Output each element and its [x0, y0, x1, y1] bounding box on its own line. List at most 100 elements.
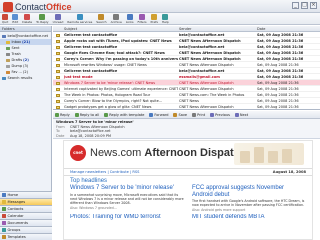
- story-1: Windows 7 Server to be 'minor release' I…: [70, 185, 184, 212]
- folder-label: Search results: [7, 76, 33, 80]
- nav-label: Templates: [7, 234, 26, 239]
- story-1-tagline[interactable]: Also: Windows 7 grounded...: [70, 206, 184, 210]
- story-2-tagline[interactable]: Also: Android gets more support: [192, 208, 306, 212]
- to-reply-button[interactable]: To Reply: [36, 13, 49, 24]
- reply-label: Reply: [60, 112, 70, 117]
- remote-services-button[interactable]: Remote services: [67, 13, 93, 24]
- nav-templates[interactable]: Templates: [0, 233, 52, 240]
- reply-to-all-button[interactable]: Reply to all: [74, 112, 100, 117]
- folder-icon: [6, 70, 10, 74]
- message-flag: [53, 62, 63, 67]
- envelope-icon: [56, 69, 60, 73]
- nav-contacts[interactable]: Contacts: [0, 205, 52, 212]
- flag-column-header[interactable]: [53, 26, 63, 31]
- message-subject-cell: Corey's Corner: Why I'm passing on today…: [64, 57, 178, 61]
- next-button[interactable]: Next: [234, 112, 249, 117]
- cnet-logo-icon[interactable]: cnet: [70, 145, 86, 161]
- message-date-cell: Sat, 09 Aug 2008 21:36: [257, 69, 304, 73]
- groups-icon: [2, 228, 6, 232]
- nav-calendar[interactable]: Calendar: [0, 212, 52, 219]
- message-from[interactable]: CNET News Afternoon Dispatch: [70, 125, 125, 129]
- message-row[interactable]: Gadget prototypes get a glow of glitz: C…: [53, 104, 320, 109]
- module-navigation: Home Messages Contacts Calendar Documents Gro…: [0, 191, 52, 240]
- nav-documents[interactable]: Documents: [0, 219, 52, 226]
- previous-button[interactable]: Previous: [210, 112, 230, 117]
- delete-button[interactable]: Delete: [22, 13, 32, 24]
- folder-item-search-results[interactable]: Search results: [0, 75, 51, 81]
- search-button[interactable]: Search: [96, 13, 107, 24]
- reading-pane-toolbar: Reply Reply to all Reply with template Forw…: [53, 111, 320, 119]
- messages-icon: [2, 200, 6, 204]
- unread-label: Unread: [52, 19, 64, 24]
- forward-button[interactable]: Forward: [149, 112, 168, 117]
- envelope-icon: [56, 87, 60, 91]
- nav-label: Groups: [7, 227, 21, 232]
- more-headline-1[interactable]: Photos: Training for WMD terrorist: [70, 214, 184, 220]
- more-headlines: Photos: Training for WMD terrorist MIT s…: [70, 214, 306, 220]
- print-button[interactable]: Print: [192, 112, 205, 117]
- calendar-icon: [2, 214, 6, 218]
- newsletter-banner-image: [234, 143, 304, 165]
- nav-home[interactable]: Home: [0, 191, 52, 198]
- message-flag: [53, 104, 63, 109]
- quit-button[interactable]: Quit: [2, 13, 8, 24]
- unread-button[interactable]: Unread: [52, 13, 64, 24]
- message-date-cell: Sat, 09 Aug 2008 21:36: [257, 63, 299, 67]
- folder-tree: bela@contactoffice.net Inbox (21) Sent Trash…: [0, 32, 51, 81]
- remote-services-label: Remote services: [67, 19, 93, 24]
- maximize-icon[interactable]: □: [301, 2, 308, 9]
- reply-to-all-label: Reply to all: [79, 112, 100, 117]
- reply-with-template-button[interactable]: Reply with template: [104, 112, 144, 117]
- message-subject-cell: just test mode: [64, 75, 93, 79]
- sender-column-header[interactable]: Sender: [178, 26, 256, 31]
- message-subject-cell: Internet captivated by Beijing Games' ul…: [64, 87, 178, 91]
- story-2-headline[interactable]: FCC approval suggests November Android d…: [192, 185, 306, 198]
- filters-button[interactable]: Filters: [138, 13, 147, 24]
- nav-groups[interactable]: Groups: [0, 226, 52, 233]
- help-label: Help: [161, 19, 169, 24]
- nav-label: Documents: [7, 220, 29, 225]
- archive-button[interactable]: Archive: [111, 13, 122, 24]
- message-sender-cell: bela@contactoffice.net: [179, 69, 225, 73]
- templates-icon: [2, 235, 6, 239]
- message-sender-cell: CNET News Afternoon Dispatch: [179, 57, 241, 61]
- save-label: Save: [178, 112, 188, 117]
- newsletter-title: News.com Afternoon Dispatch: [90, 147, 247, 159]
- message-flag: [53, 44, 63, 49]
- minimize-icon[interactable]: _: [292, 2, 299, 9]
- folder-icon: [6, 40, 10, 44]
- message-sender-cell: CNET News Afternoon Dispatch: [179, 87, 234, 91]
- story-columns: Windows 7 Server to be 'minor release' I…: [70, 185, 306, 212]
- next-label: Next: [239, 112, 249, 117]
- folder-icon: [2, 34, 6, 38]
- nav-label: Calendar: [7, 213, 24, 218]
- more-headline-2[interactable]: MIT student defends MBTA: [192, 214, 306, 220]
- message-date-cell: Sat, 09 Aug 2008 21:36: [257, 33, 304, 37]
- message-subject-cell: Gelicrem test contactoffice: [64, 33, 118, 37]
- save-button[interactable]: Save: [173, 112, 188, 117]
- message-sender-cell: bela@contactoffice.net: [179, 45, 225, 49]
- message-flag: [53, 80, 63, 85]
- newsletter-body: cnet News.com Afternoon Dispatch Manage …: [63, 140, 313, 240]
- date-column-header[interactable]: Date: [256, 26, 320, 31]
- close-icon[interactable]: ×: [310, 2, 317, 9]
- message-date-cell: Sat, 09 Aug 2008 21:36: [257, 75, 304, 79]
- envelope-icon: [56, 99, 60, 103]
- newsletter-links[interactable]: Manage newsletters | Contribute | RSS: [70, 170, 139, 174]
- message-flag: [53, 74, 63, 79]
- prefs-button[interactable]: Prefs: [151, 13, 158, 24]
- message-to[interactable]: bela@contactoffice.net: [70, 129, 111, 133]
- window-controls: _ □ ×: [292, 2, 317, 9]
- envelope-icon: [56, 39, 60, 43]
- print-icon: [192, 112, 197, 117]
- nav-messages[interactable]: Messages: [0, 198, 52, 205]
- links-button[interactable]: Links: [126, 13, 134, 24]
- newsletter-nav: Manage newsletters | Contribute | RSS Au…: [64, 169, 312, 176]
- message-sender-cell: essmails@gmail.com: [179, 75, 220, 79]
- help-button[interactable]: Help: [161, 13, 169, 24]
- story-1-headline[interactable]: Windows 7 Server to be 'minor release': [70, 185, 184, 192]
- reply-button[interactable]: Reply: [55, 112, 70, 117]
- top-headlines-heading: Top headlines: [70, 178, 108, 184]
- subject-column-header[interactable]: Subject: [63, 26, 178, 31]
- edit-button[interactable]: Edit: [12, 13, 19, 24]
